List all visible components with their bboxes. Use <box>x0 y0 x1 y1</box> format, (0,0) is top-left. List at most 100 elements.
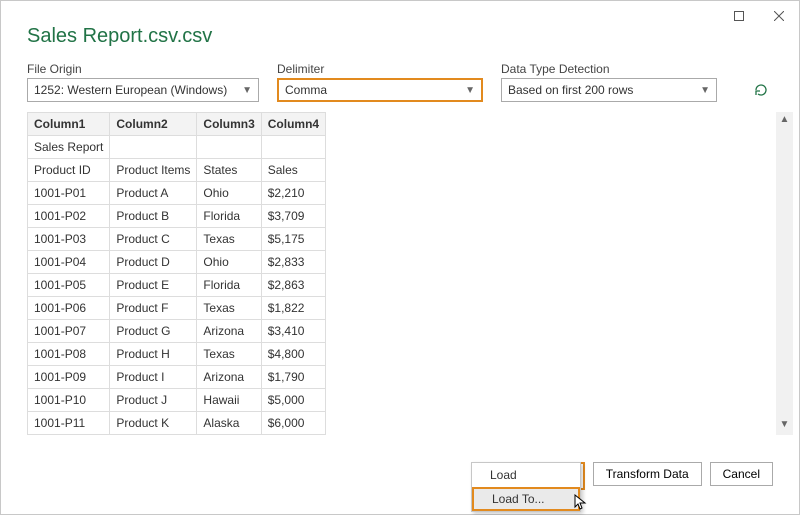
vertical-scrollbar[interactable]: ▲ ▼ <box>776 112 793 435</box>
table-cell: 1001-P09 <box>28 366 110 389</box>
file-origin-select[interactable]: 1252: Western European (Windows) ▼ <box>27 78 259 102</box>
table-cell: 1001-P04 <box>28 251 110 274</box>
table-row: 1001-P08Product HTexas$4,800 <box>28 343 326 366</box>
table-row: 1001-P06Product FTexas$1,822 <box>28 297 326 320</box>
table-cell: Product J <box>110 389 197 412</box>
table-cell: $1,790 <box>261 366 325 389</box>
maximize-button[interactable] <box>719 1 759 31</box>
scroll-down-icon[interactable]: ▼ <box>780 419 790 433</box>
table-cell: $6,000 <box>261 412 325 435</box>
table-cell: 1001-P02 <box>28 205 110 228</box>
table-cell: Alaska <box>197 412 261 435</box>
table-cell: $5,175 <box>261 228 325 251</box>
menu-item-load[interactable]: Load <box>472 463 580 487</box>
table-row: 1001-P10Product JHawaii$5,000 <box>28 389 326 412</box>
table-cell: 1001-P08 <box>28 343 110 366</box>
table-row: Product IDProduct ItemsStatesSales <box>28 159 326 182</box>
table-cell: 1001-P07 <box>28 320 110 343</box>
table-row: 1001-P04Product DOhio$2,833 <box>28 251 326 274</box>
table-cell: 1001-P11 <box>28 412 110 435</box>
table-cell: States <box>197 159 261 182</box>
table-cell: Texas <box>197 297 261 320</box>
table-cell: $3,709 <box>261 205 325 228</box>
cursor-icon <box>574 494 588 515</box>
load-dropdown-menu: Load Load To... <box>471 462 581 512</box>
table-cell: Product I <box>110 366 197 389</box>
table-cell: Florida <box>197 274 261 297</box>
refresh-button[interactable] <box>749 78 773 102</box>
table-cell: Ohio <box>197 182 261 205</box>
maximize-icon <box>734 11 744 21</box>
table-cell: Arizona <box>197 320 261 343</box>
column-header[interactable]: Column3 <box>197 113 261 136</box>
table-cell <box>197 136 261 159</box>
transform-data-button[interactable]: Transform Data <box>593 462 702 486</box>
options-row: File Origin 1252: Western European (Wind… <box>27 62 773 102</box>
table-cell: Texas <box>197 228 261 251</box>
delimiter-select[interactable]: Comma ▼ <box>277 78 483 102</box>
file-origin-value: 1252: Western European (Windows) <box>34 83 227 97</box>
table-cell: Product B <box>110 205 197 228</box>
table-row: 1001-P09Product IArizona$1,790 <box>28 366 326 389</box>
table-cell: Product E <box>110 274 197 297</box>
table-cell: $3,410 <box>261 320 325 343</box>
table-row: 1001-P01Product AOhio$2,210 <box>28 182 326 205</box>
column-header[interactable]: Column2 <box>110 113 197 136</box>
delimiter-label: Delimiter <box>277 62 483 76</box>
data-type-select[interactable]: Based on first 200 rows ▼ <box>501 78 717 102</box>
table-cell: Product C <box>110 228 197 251</box>
close-button[interactable] <box>759 1 799 31</box>
table-cell: $1,822 <box>261 297 325 320</box>
table-row: 1001-P05Product EFlorida$2,863 <box>28 274 326 297</box>
table-cell: $2,863 <box>261 274 325 297</box>
column-header[interactable]: Column4 <box>261 113 325 136</box>
dialog-window: Sales Report.csv.csv File Origin 1252: W… <box>0 0 800 515</box>
file-origin-label: File Origin <box>27 62 259 76</box>
delimiter-value: Comma <box>285 83 327 97</box>
table-cell: Sales Report <box>28 136 110 159</box>
table-cell: Product Items <box>110 159 197 182</box>
refresh-icon <box>753 82 769 98</box>
scroll-up-icon[interactable]: ▲ <box>780 114 790 128</box>
cancel-button[interactable]: Cancel <box>710 462 773 486</box>
table-cell: 1001-P06 <box>28 297 110 320</box>
table-row: 1001-P07Product GArizona$3,410 <box>28 320 326 343</box>
table-row: Sales Report <box>28 136 326 159</box>
table-cell <box>110 136 197 159</box>
table-cell: Florida <box>197 205 261 228</box>
preview-table: Column1Column2Column3Column4 Sales Repor… <box>27 112 326 435</box>
dialog-title: Sales Report.csv.csv <box>27 25 773 48</box>
table-cell: Product K <box>110 412 197 435</box>
table-cell: Product A <box>110 182 197 205</box>
table-cell: Texas <box>197 343 261 366</box>
table-cell: Product D <box>110 251 197 274</box>
table-cell: Arizona <box>197 366 261 389</box>
table-row: 1001-P11Product KAlaska$6,000 <box>28 412 326 435</box>
menu-item-load-to-label: Load To... <box>492 492 545 506</box>
chevron-down-icon: ▼ <box>700 85 710 96</box>
menu-item-load-to[interactable]: Load To... <box>472 487 580 511</box>
table-cell: Ohio <box>197 251 261 274</box>
table-cell: 1001-P03 <box>28 228 110 251</box>
chevron-down-icon: ▼ <box>465 85 475 96</box>
table-row: 1001-P02Product BFlorida$3,709 <box>28 205 326 228</box>
table-cell: Product G <box>110 320 197 343</box>
table-cell: $5,000 <box>261 389 325 412</box>
column-header[interactable]: Column1 <box>28 113 110 136</box>
table-cell: Product ID <box>28 159 110 182</box>
data-type-label: Data Type Detection <box>501 62 717 76</box>
table-cell: Hawaii <box>197 389 261 412</box>
table-cell: 1001-P01 <box>28 182 110 205</box>
preview-grid-wrap: Column1Column2Column3Column4 Sales Repor… <box>27 112 773 435</box>
table-cell: $2,833 <box>261 251 325 274</box>
footer-buttons: Load ▼ Transform Data Cancel <box>1 446 799 514</box>
table-cell: $2,210 <box>261 182 325 205</box>
table-cell: Product F <box>110 297 197 320</box>
table-cell: Sales <box>261 159 325 182</box>
close-icon <box>774 11 784 21</box>
table-row: 1001-P03Product CTexas$5,175 <box>28 228 326 251</box>
table-cell: 1001-P05 <box>28 274 110 297</box>
table-cell <box>261 136 325 159</box>
data-type-value: Based on first 200 rows <box>508 83 633 97</box>
table-cell: 1001-P10 <box>28 389 110 412</box>
